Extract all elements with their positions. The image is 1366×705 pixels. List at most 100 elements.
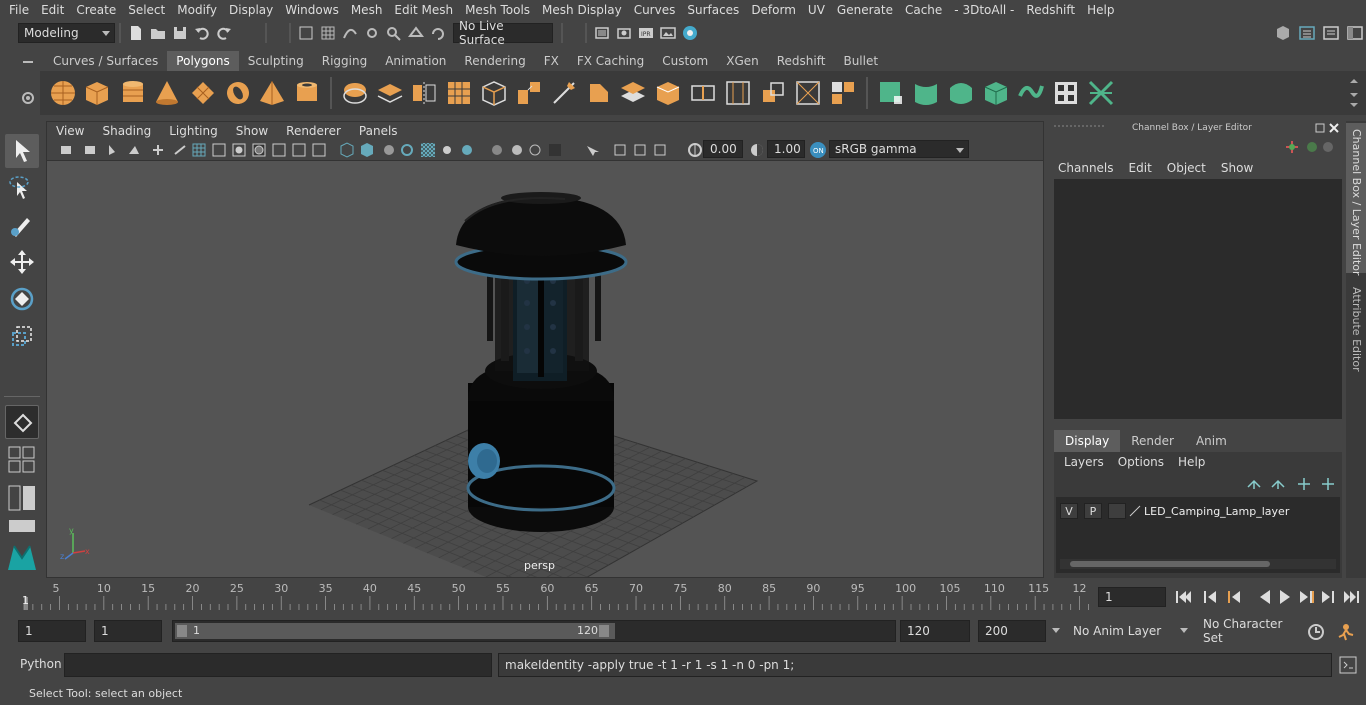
- menu-edit-mesh[interactable]: Edit Mesh: [388, 3, 459, 17]
- select-hierarchy-icon[interactable]: [297, 24, 315, 42]
- redo-icon[interactable]: [215, 24, 233, 42]
- anim-layer-dropdown[interactable]: No Anim Layer: [1050, 621, 1168, 641]
- character-set-dropdown[interactable]: No Character Set: [1178, 617, 1298, 645]
- playback-start-field[interactable]: 1: [94, 620, 162, 642]
- render-view-icon[interactable]: [659, 24, 677, 42]
- layer-tab-anim[interactable]: Anim: [1185, 430, 1238, 452]
- shelf-tab-xgen[interactable]: XGen: [717, 51, 768, 71]
- mirror-icon[interactable]: [409, 78, 439, 108]
- channel-box-menu-object[interactable]: Object: [1167, 161, 1206, 175]
- time-ruler[interactable]: 5 10 15 20 25 30 35 40 45 50 55 60 65 70 75 80 85 90 95 100…: [20, 580, 1092, 612]
- range-slider[interactable]: 1 120: [172, 620, 896, 642]
- save-scene-icon[interactable]: [171, 24, 189, 42]
- uv-editor-icon[interactable]: [1086, 78, 1116, 108]
- snap-curve-icon[interactable]: [341, 24, 359, 42]
- viewport-menu-renderer[interactable]: Renderer: [277, 124, 350, 138]
- shelf-settings-icon[interactable]: [20, 90, 36, 106]
- uv-automatic-icon[interactable]: [981, 78, 1011, 108]
- scene-view[interactable]: y x z persp: [47, 161, 1043, 577]
- separate-icon[interactable]: [375, 78, 405, 108]
- viewport-menu-view[interactable]: View: [47, 124, 93, 138]
- uv-unfold-icon[interactable]: [1016, 78, 1046, 108]
- menu-curves[interactable]: Curves: [628, 3, 682, 17]
- layer-visibility-toggle[interactable]: V: [1060, 503, 1078, 519]
- viewport-menu-show[interactable]: Show: [227, 124, 277, 138]
- shelf-tab-bullet[interactable]: Bullet: [834, 51, 887, 71]
- viewport-menu-lighting[interactable]: Lighting: [160, 124, 227, 138]
- combine-icon[interactable]: [340, 78, 370, 108]
- layer-menu-help[interactable]: Help: [1178, 455, 1205, 469]
- poly-plane-icon[interactable]: [188, 78, 218, 108]
- layout-four-view-icon[interactable]: [8, 445, 38, 475]
- layer-tab-display[interactable]: Display: [1054, 430, 1121, 452]
- show-manipulator-tool[interactable]: [5, 405, 39, 439]
- range-slider-handle[interactable]: 1 120: [175, 623, 615, 639]
- snap-live-icon[interactable]: [429, 24, 447, 42]
- current-frame-field[interactable]: 1: [1098, 587, 1166, 607]
- menu-uv[interactable]: UV: [802, 3, 831, 17]
- channel-box-list[interactable]: [1054, 179, 1342, 419]
- uv-planar-icon[interactable]: [876, 78, 906, 108]
- shelf-tab-polygons[interactable]: Polygons: [167, 51, 239, 71]
- menu-file[interactable]: File: [0, 3, 35, 17]
- remesh-icon[interactable]: [479, 78, 509, 108]
- playback-end-field[interactable]: 120: [900, 620, 970, 642]
- menu-3dtoall[interactable]: - 3DtoAll -: [948, 3, 1020, 17]
- poly-pyramid-icon[interactable]: [257, 78, 287, 108]
- new-scene-icon[interactable]: [127, 24, 145, 42]
- shelf-tab-fx-caching[interactable]: FX Caching: [568, 51, 653, 71]
- paint-select-tool[interactable]: [5, 208, 39, 242]
- menu-redshift[interactable]: Redshift: [1020, 3, 1081, 17]
- mode-dropdown[interactable]: Modeling: [18, 23, 115, 43]
- bevel-icon[interactable]: [584, 78, 614, 108]
- poly-pipe-icon[interactable]: [292, 78, 322, 108]
- tab-channel-box[interactable]: Channel Box / Layer Editor: [1346, 123, 1366, 276]
- scale-tool[interactable]: [5, 319, 39, 353]
- shelf-tab-fx[interactable]: FX: [535, 51, 568, 71]
- snap-point-icon[interactable]: [363, 24, 381, 42]
- float-close-icons[interactable]: [1314, 122, 1342, 134]
- merge-icon[interactable]: [828, 78, 858, 108]
- multi-cut-icon[interactable]: [549, 78, 579, 108]
- snap-view-icon[interactable]: [385, 24, 403, 42]
- offset-edge-loop-icon[interactable]: [723, 78, 753, 108]
- shelf-tab-rendering[interactable]: Rendering: [455, 51, 534, 71]
- shelf-tab-sculpting[interactable]: Sculpting: [239, 51, 313, 71]
- poly-sphere-icon[interactable]: [48, 78, 78, 108]
- menu-create[interactable]: Create: [70, 3, 122, 17]
- layer-action-icons[interactable]: [1244, 477, 1340, 491]
- channel-box-menu-show[interactable]: Show: [1221, 161, 1253, 175]
- menu-deform[interactable]: Deform: [745, 3, 802, 17]
- bridge-icon[interactable]: [618, 78, 648, 108]
- poly-cone-icon[interactable]: [152, 78, 182, 108]
- append-polygon-icon[interactable]: [653, 78, 683, 108]
- menu-mesh-tools[interactable]: Mesh Tools: [459, 3, 536, 17]
- lasso-tool[interactable]: [5, 172, 39, 206]
- menu-modify[interactable]: Modify: [171, 3, 223, 17]
- quad-draw-icon[interactable]: [758, 78, 788, 108]
- layer-type-toggle[interactable]: [1108, 503, 1126, 519]
- layer-scrollbar[interactable]: [1060, 559, 1336, 569]
- menu-edit[interactable]: Edit: [35, 3, 70, 17]
- live-surface-field[interactable]: No Live Surface: [453, 19, 553, 47]
- shelf-tab-rigging[interactable]: Rigging: [313, 51, 376, 71]
- playback-controls[interactable]: [1172, 587, 1362, 607]
- hypershade-icon[interactable]: [681, 24, 699, 42]
- menu-generate[interactable]: Generate: [831, 3, 899, 17]
- channel-box-toggle-icon[interactable]: [1298, 24, 1316, 42]
- viewport-menu-shading[interactable]: Shading: [93, 124, 160, 138]
- script-editor-icon[interactable]: [1338, 655, 1358, 675]
- open-scene-icon[interactable]: [149, 24, 167, 42]
- shelf-menu-icon[interactable]: [18, 55, 38, 69]
- viewport-tool-icons[interactable]: [57, 142, 697, 158]
- layer-name[interactable]: LED_Camping_Lamp_layer: [1144, 505, 1289, 518]
- move-tool[interactable]: [5, 245, 39, 279]
- attribute-editor-toggle-icon[interactable]: [1322, 24, 1340, 42]
- color-management-icon[interactable]: ON: [809, 141, 827, 159]
- poly-cylinder-icon[interactable]: [118, 78, 148, 108]
- menu-display[interactable]: Display: [223, 3, 279, 17]
- uv-layout-icon[interactable]: [1051, 78, 1081, 108]
- extrude-icon[interactable]: [514, 78, 544, 108]
- target-weld-icon[interactable]: [793, 78, 823, 108]
- render-settings-icon[interactable]: [593, 24, 611, 42]
